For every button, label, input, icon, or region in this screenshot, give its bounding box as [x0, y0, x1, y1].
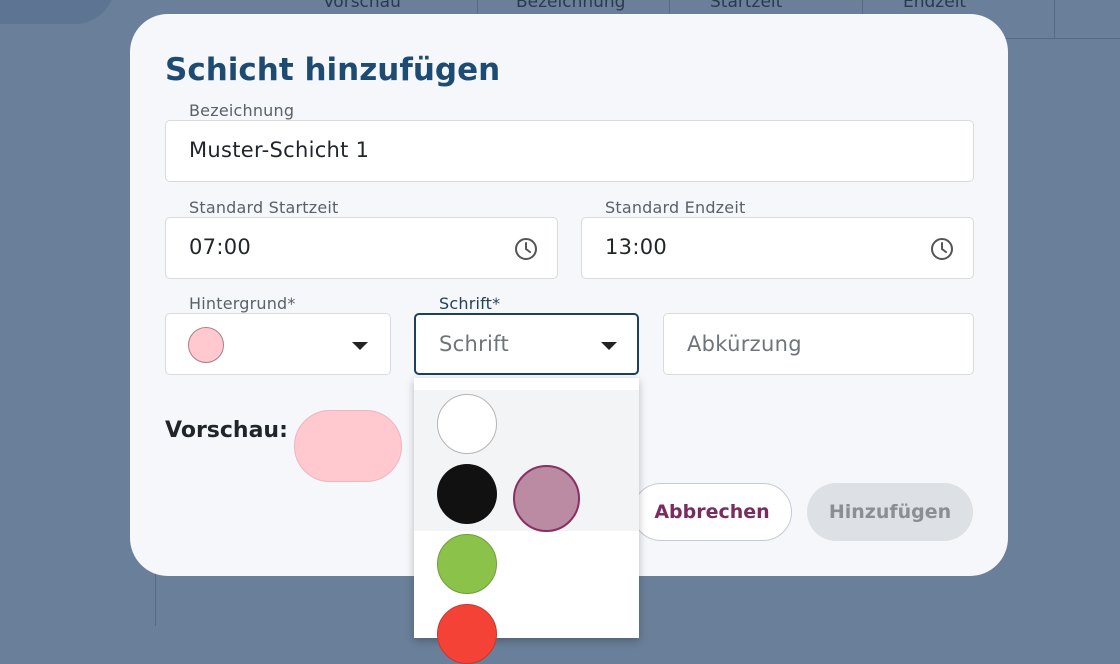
font-color-dropdown — [414, 378, 639, 664]
caret-down-icon — [352, 342, 368, 350]
font-color-option-black[interactable] — [437, 464, 497, 524]
bezeichnung-field[interactable]: Bezeichnung Muster-Schicht 1 — [165, 101, 974, 182]
font-color-option-green[interactable] — [437, 534, 497, 594]
startzeit-label: Standard Startzeit — [184, 198, 344, 217]
schrift-select[interactable]: Schrift* Schrift — [414, 294, 639, 375]
schrift-placeholder: Schrift — [439, 332, 510, 356]
endzeit-value: 13:00 — [605, 235, 668, 259]
startzeit-field[interactable]: Standard Startzeit 07:00 — [165, 198, 558, 279]
font-color-option-white[interactable] — [437, 394, 497, 454]
column-header-startzeit: Startzeit — [710, 0, 783, 12]
column-divider — [1054, 0, 1055, 38]
column-header-vorschau: Vorschau — [323, 0, 401, 12]
clock-icon[interactable] — [514, 237, 538, 261]
selected-background-swatch — [188, 327, 224, 363]
preview-label: Vorschau: — [165, 418, 288, 443]
bezeichnung-value: Muster-Schicht 1 — [189, 138, 370, 162]
abkuerzung-placeholder: Abkürzung — [687, 332, 802, 356]
schrift-label: Schrift* — [434, 294, 506, 313]
hintergrund-select[interactable]: Hintergrund* — [165, 294, 391, 375]
column-header-bezeichnung: Bezeichnung — [516, 0, 626, 12]
endzeit-label: Standard Endzeit — [600, 198, 751, 217]
caret-down-icon — [601, 342, 617, 350]
font-color-option-red[interactable] — [437, 604, 497, 664]
hintergrund-label: Hintergrund* — [184, 294, 301, 313]
background-nav-element — [0, 0, 115, 24]
endzeit-field[interactable]: Standard Endzeit 13:00 — [581, 198, 974, 279]
clock-icon[interactable] — [930, 237, 954, 261]
add-button[interactable]: Hinzufügen — [807, 483, 973, 541]
bezeichnung-label: Bezeichnung — [184, 101, 300, 120]
abkuerzung-input[interactable]: Abkürzung — [663, 313, 974, 375]
font-color-option-mauve[interactable] — [513, 465, 580, 532]
startzeit-value: 07:00 — [189, 235, 252, 259]
column-header-endzeit: Endzeit — [903, 0, 967, 12]
shift-preview-pill — [294, 410, 402, 482]
dialog-title: Schicht hinzufügen — [165, 52, 501, 88]
cancel-button[interactable]: Abbrechen — [632, 483, 792, 541]
